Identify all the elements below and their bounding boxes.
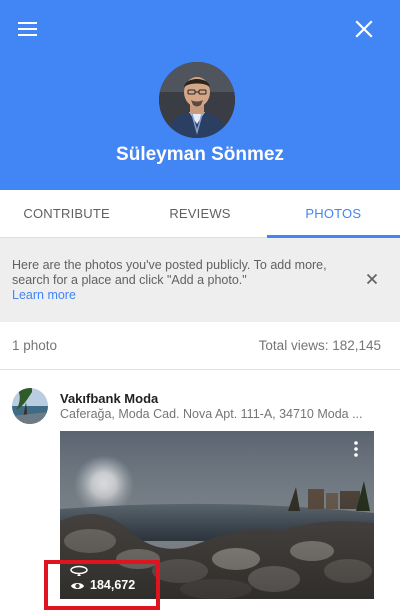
tab-bar: CONTRIBUTE REVIEWS PHOTOS	[0, 190, 400, 238]
place-address: Caferağa, Moda Cad. Nova Apt. 111-A, 347…	[60, 407, 363, 421]
profile-name: Süleyman Sönmez	[116, 144, 284, 165]
close-icon[interactable]	[364, 271, 380, 287]
tab-reviews[interactable]: REVIEWS	[133, 190, 266, 237]
info-banner: Here are the photos you've posted public…	[0, 238, 400, 322]
eye-icon	[71, 583, 84, 589]
stats-row: 1 photo Total views: 182,145	[0, 322, 400, 370]
place-avatar[interactable]	[12, 388, 48, 424]
tab-photos[interactable]: PHOTOS	[266, 190, 400, 238]
info-text: Here are the photos you've posted public…	[12, 258, 327, 287]
profile-header: Süleyman Sönmez	[0, 0, 400, 190]
close-icon[interactable]	[352, 17, 376, 41]
place-name[interactable]: Vakıfbank Moda	[60, 391, 158, 406]
photo-count: 1 photo	[12, 338, 58, 353]
hamburger-menu-icon[interactable]	[18, 20, 40, 38]
more-vert-icon[interactable]	[351, 440, 361, 458]
photo-views-count: 184,672	[90, 578, 136, 592]
learn-more-link[interactable]: Learn more	[12, 288, 76, 302]
total-views: Total views: 182,145	[258, 338, 381, 353]
avatar[interactable]	[159, 62, 235, 138]
tab-contribute[interactable]: CONTRIBUTE	[0, 190, 133, 237]
panorama-360-icon	[70, 565, 88, 576]
